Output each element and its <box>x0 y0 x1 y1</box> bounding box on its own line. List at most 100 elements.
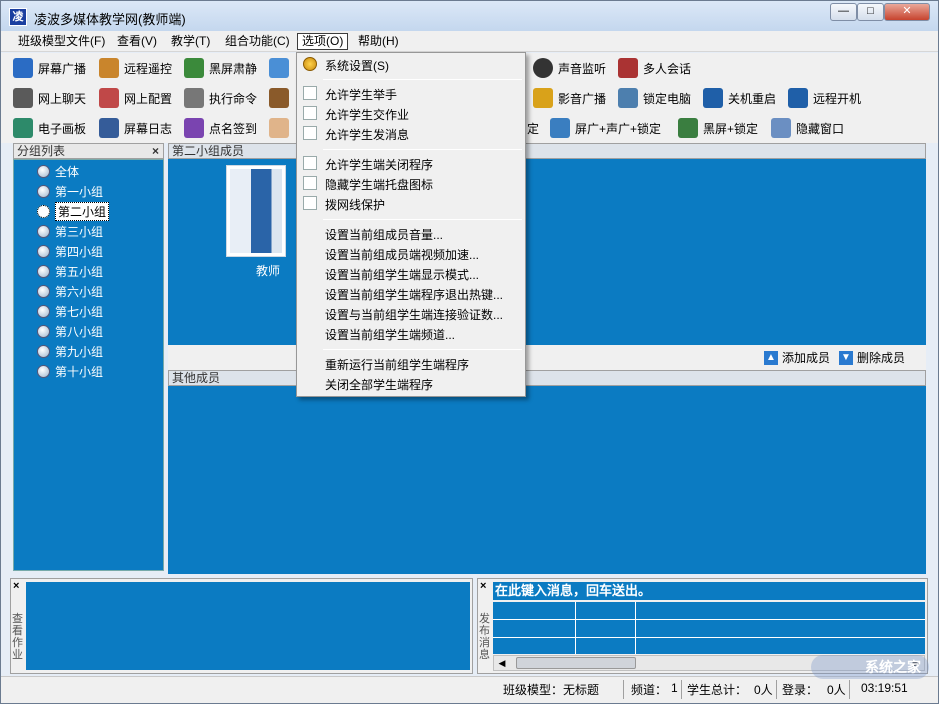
broadcast-lock-combo-button[interactable]: 屏广+声广+锁定 <box>550 115 661 141</box>
homework-label: 查看作业 <box>12 613 23 661</box>
arrow-down-icon: ▼ <box>839 350 853 365</box>
menu-allow-homework[interactable]: 允许学生交作业 <box>325 106 409 123</box>
menu-allow-raise-hand[interactable]: 允许学生举手 <box>325 86 397 103</box>
status-divider <box>681 680 682 699</box>
video-broadcast-button[interactable]: 影音广播 <box>533 85 606 111</box>
menu-help[interactable]: 帮助(H) <box>354 33 403 50</box>
menu-set-video-accel[interactable]: 设置当前组成员端视频加速... <box>325 246 479 263</box>
minimize-button[interactable]: — <box>830 3 857 21</box>
status-login-value: 0人 <box>827 683 846 697</box>
checkbox-allow-raise-hand[interactable] <box>303 86 317 100</box>
remove-member-button[interactable]: ▼ 删除成员 <box>839 349 905 366</box>
members-panel: 教师 <box>168 159 926 345</box>
group-item[interactable]: 第四小组 <box>37 242 103 260</box>
scroll-left-icon[interactable]: ◀ <box>494 656 510 670</box>
menu-combo[interactable]: 组合功能(C) <box>221 33 294 50</box>
menu-set-verify-code[interactable]: 设置与当前组学生端连接验证数... <box>325 306 503 323</box>
main-window: 凌 凌波多媒体教学网(教师端) — □ ✕ 班级模型文件(F) 查看(V) 教学… <box>0 0 939 704</box>
group-item[interactable]: 第七小组 <box>37 302 103 320</box>
menu-set-volume[interactable]: 设置当前组成员音量... <box>325 226 443 243</box>
menu-set-exit-hotkey[interactable]: 设置当前组学生端程序退出热键... <box>325 286 503 303</box>
menu-allow-close[interactable]: 允许学生端关闭程序 <box>325 156 433 173</box>
whiteboard-button[interactable]: 电子画板 <box>13 115 86 141</box>
broadcast-icon <box>269 58 289 78</box>
menu-system-settings[interactable]: 系统设置(S) <box>325 57 389 74</box>
teacher-thumbnail[interactable] <box>226 165 286 257</box>
add-member-button[interactable]: ▲ 添加成员 <box>764 349 830 366</box>
lock-combo-button[interactable]: 定 <box>527 115 539 141</box>
multi-chat-button[interactable]: 多人会话 <box>618 55 691 81</box>
roll-call-button[interactable]: 点名签到 <box>184 115 257 141</box>
arrow-up-icon: ▲ <box>764 350 778 365</box>
group-item[interactable]: 第一小组 <box>37 182 103 200</box>
film-icon <box>533 88 553 108</box>
group-item-selected[interactable]: 第二小组 <box>37 201 110 221</box>
group-item[interactable]: 第八小组 <box>37 322 103 340</box>
checkbox-cable-protect[interactable] <box>303 196 317 210</box>
group-item[interactable]: 第六小组 <box>37 282 103 300</box>
members-actions: ▲ 添加成员 ▼ 删除成员 <box>168 345 926 370</box>
checkbox-allow-close[interactable] <box>303 156 317 170</box>
menu-options[interactable]: 选项(O) <box>297 33 349 50</box>
status-model: 班级模型：无标题 <box>503 683 600 697</box>
net-config-button[interactable]: 网上配置 <box>99 85 172 111</box>
group-item[interactable]: 第十小组 <box>37 362 103 380</box>
scroll-thumb[interactable] <box>516 657 636 669</box>
group-item[interactable]: 第九小组 <box>37 342 103 360</box>
lock-computer-button[interactable]: 锁定电脑 <box>618 85 691 111</box>
app-icon: 凌 <box>9 8 27 26</box>
radio-icon <box>37 244 50 258</box>
radio-icon <box>37 304 50 318</box>
shutdown-button[interactable]: 关机重启 <box>703 85 776 111</box>
menu-allow-message[interactable]: 允许学生发消息 <box>325 126 409 143</box>
menu-set-display-mode[interactable]: 设置当前组学生端显示模式... <box>325 266 479 283</box>
close-button[interactable]: ✕ <box>884 3 930 21</box>
hide-window-button[interactable]: 隐藏窗口 <box>771 115 844 141</box>
menu-teach[interactable]: 教学(T) <box>167 33 214 50</box>
group-list-close-icon[interactable]: × <box>152 144 159 158</box>
screen-broadcast-button[interactable]: 屏幕广播 <box>13 55 86 81</box>
chat-icon <box>13 88 33 108</box>
checkbox-hide-tray[interactable] <box>303 176 317 190</box>
maximize-button[interactable]: □ <box>857 3 884 21</box>
other-members-header: 其他成员 <box>168 370 926 386</box>
menu-hide-tray[interactable]: 隐藏学生端托盘图标 <box>325 176 433 193</box>
menu-set-channel[interactable]: 设置当前组学生端频道... <box>325 326 455 343</box>
black-screen-button[interactable]: 黑屏肃静 <box>184 55 257 81</box>
message-close-icon[interactable]: × <box>480 580 486 592</box>
group-list: 全体 第一小组 第二小组 第三小组 第四小组 第五小组 第六小组 第七小组 第八… <box>13 159 164 571</box>
status-divider <box>623 680 624 699</box>
net-chat-button[interactable]: 网上聊天 <box>13 85 86 111</box>
power-icon <box>703 88 723 108</box>
checkbox-allow-homework[interactable] <box>303 106 317 120</box>
message-input[interactable]: 在此键入消息，回车送出。 <box>493 582 925 600</box>
raise-hand-button[interactable] <box>269 115 294 141</box>
menu-view[interactable]: 查看(V) <box>113 33 161 50</box>
toolbar-hidden-button[interactable] <box>269 55 294 81</box>
menu-restart-students[interactable]: 重新运行当前组学生端程序 <box>325 356 469 373</box>
menu-cable-protect[interactable]: 拨网线保护 <box>325 196 385 213</box>
checkbox-allow-message[interactable] <box>303 126 317 140</box>
options-dropdown-menu: 系统设置(S) 允许学生举手 允许学生交作业 允许学生发消息 允许学生端关闭程序… <box>296 52 526 397</box>
menu-file[interactable]: 班级模型文件(F) <box>14 33 109 50</box>
status-total-label: 学生总计： <box>687 683 748 697</box>
toolbar-hidden-button-2[interactable] <box>269 85 294 111</box>
group-item[interactable]: 第三小组 <box>37 222 103 240</box>
group-item[interactable]: 全体 <box>37 162 79 180</box>
menu-close-all-students[interactable]: 关闭全部学生端程序 <box>325 376 433 393</box>
keyboard-icon <box>618 88 638 108</box>
homework-area <box>26 582 470 670</box>
screen-log-button[interactable]: 屏幕日志 <box>99 115 172 141</box>
homework-panel: × 查看作业 <box>10 578 473 674</box>
window-title: 凌波多媒体教学网(教师端) <box>34 12 186 27</box>
homework-close-icon[interactable]: × <box>13 580 19 592</box>
roll-call-icon <box>184 118 204 138</box>
sound-monitor-button[interactable]: 声音监听 <box>533 55 606 81</box>
remote-control-button[interactable]: 远程遥控 <box>99 55 172 81</box>
screen-preview <box>230 169 282 253</box>
run-command-button[interactable]: 执行命令 <box>184 85 257 111</box>
black-lock-button[interactable]: 黑屏+锁定 <box>678 115 758 141</box>
watermark: 系统之家 <box>811 655 929 679</box>
group-item[interactable]: 第五小组 <box>37 262 103 280</box>
remote-boot-button[interactable]: 远程开机 <box>788 85 861 111</box>
